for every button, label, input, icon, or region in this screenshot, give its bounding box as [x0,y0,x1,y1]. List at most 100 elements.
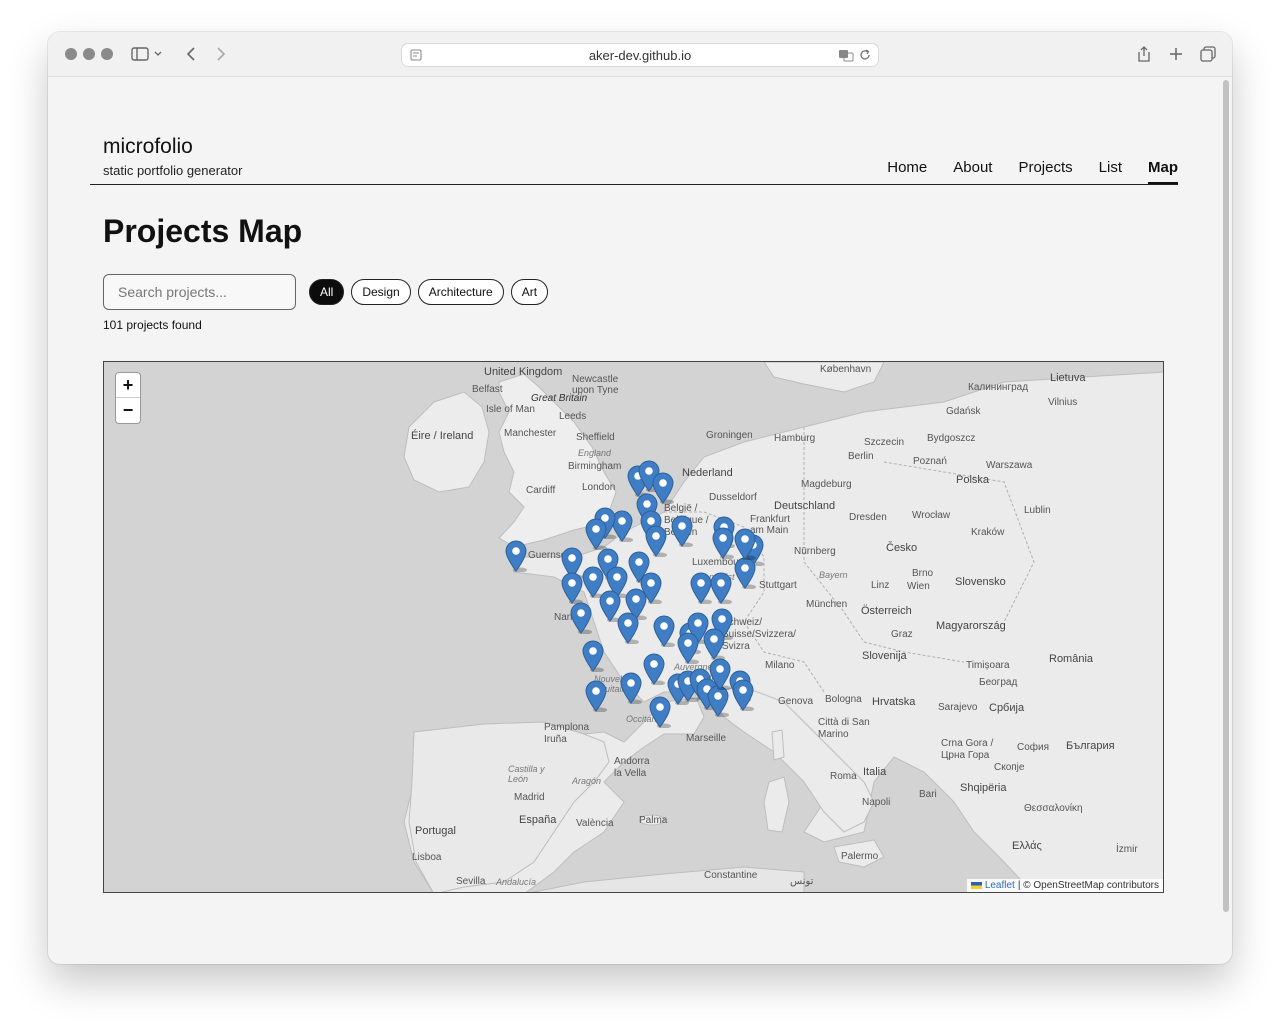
page-icon [410,49,422,61]
map-label: Bologna [825,694,862,705]
project-marker-icon[interactable] [585,680,607,712]
project-marker-icon[interactable] [709,658,731,690]
project-marker-icon[interactable] [505,540,527,572]
map-label: България [1066,740,1115,752]
map-label: Andorra la Vella [614,756,650,779]
zoom-window-button[interactable] [101,48,113,60]
nav-item-home[interactable]: Home [887,159,927,184]
site-title[interactable]: microfolio [103,135,193,159]
new-tab-icon[interactable] [1165,44,1187,64]
map-label: España [519,814,557,826]
filter-design-button[interactable]: Design [351,279,411,305]
project-marker-icon[interactable] [585,518,607,550]
map-label: Vilnius [1048,397,1078,408]
map-label: Crna Gora / Црна Гора [941,738,994,761]
map-label: Lublin [1024,505,1051,516]
tab-overview-icon[interactable] [1197,44,1219,64]
map-label: Sheffield [576,432,615,443]
sidebar-toggle-icon[interactable] [129,44,151,64]
forward-arrow-icon[interactable] [210,44,232,64]
map-label: Sarajevo [938,702,978,713]
map-label: Poznań [913,456,947,467]
map-label: Castilla y León [508,764,545,784]
map-label: Roma [830,771,857,782]
map-label: England [578,448,612,458]
map-label: Kraków [971,527,1005,538]
project-marker-icon[interactable] [677,632,699,664]
map-label: Szczecin [864,437,905,448]
nav-item-projects[interactable]: Projects [1018,159,1072,184]
share-icon[interactable] [1133,44,1155,64]
ukraine-flag-icon [970,882,982,889]
map-label: Cardiff [526,485,556,496]
project-marker-icon[interactable] [649,696,671,728]
filter-architecture-button[interactable]: Architecture [417,279,504,305]
zoom-in-button[interactable]: + [116,373,140,398]
map-label: Nederland [682,467,733,479]
map-label: Constantine [704,870,758,881]
leaflet-link[interactable]: Leaflet [985,880,1015,891]
project-marker-icon[interactable] [561,572,583,604]
close-window-button[interactable] [65,48,77,60]
search-input[interactable] [103,274,296,310]
map-label: Shqipëria [960,782,1007,794]
project-marker-icon[interactable] [671,515,693,547]
nav-item-about[interactable]: About [953,159,992,184]
project-marker-icon[interactable] [703,628,725,660]
project-marker-icon[interactable] [570,602,592,634]
back-arrow-icon[interactable] [180,44,202,64]
minimize-window-button[interactable] [83,48,95,60]
map-label: Leeds [559,411,587,422]
nav-item-list[interactable]: List [1099,159,1122,184]
page-title: Projects Map [103,213,303,249]
header-divider [90,184,1178,185]
map-label: Città di San Marino [818,717,870,740]
map-label: Bydgoszcz [927,433,976,444]
project-marker-icon[interactable] [582,640,604,672]
map-label: Birmingham [568,461,622,472]
map-label: Milano [765,660,795,671]
map-label: Palermo [841,851,879,862]
chevron-down-icon[interactable] [152,44,164,64]
nav-item-map[interactable]: Map [1148,159,1178,184]
map-label: Groningen [706,430,753,441]
map-label: Београд [979,677,1018,688]
projects-map[interactable]: United Kingdom Newcastle upon Tyne Køben… [103,361,1164,893]
map-label: Österreich [861,605,912,617]
category-filters: All Design Architecture Art [309,279,549,305]
map-label: Србија [989,702,1025,714]
project-marker-icon[interactable] [645,525,667,557]
project-marker-icon[interactable] [620,672,642,704]
map-label: Dresden [849,512,887,523]
map-label: Graz [891,629,913,640]
map-label: تونس [790,876,814,887]
project-marker-icon[interactable] [712,527,734,559]
map-label: Andalucía [496,877,537,887]
project-marker-icon[interactable] [734,528,756,560]
address-bar[interactable]: aker-dev.github.io [401,43,879,67]
project-marker-icon[interactable] [710,572,732,604]
project-marker-icon[interactable] [653,615,675,647]
project-marker-icon[interactable] [690,572,712,604]
reload-icon[interactable] [858,48,872,62]
project-marker-icon[interactable] [734,557,756,589]
map-label: Nürnberg [794,546,836,557]
map-label: Bari [919,789,937,800]
translate-icon[interactable] [838,48,854,62]
filter-all-button[interactable]: All [309,279,345,305]
project-marker-icon[interactable] [643,653,665,685]
map-label: Скопје [994,762,1025,773]
project-marker-icon[interactable] [617,612,639,644]
zoom-control: + − [115,372,141,424]
filter-art-button[interactable]: Art [510,279,549,305]
map-label: Genova [778,696,814,707]
zoom-out-button[interactable]: − [116,398,140,423]
map-label: Ελλάς [1012,840,1042,852]
map-label: Deutschland [774,500,836,512]
main-nav: Home About Projects List Map [861,159,1178,184]
map-label: Česko [886,542,918,554]
project-marker-icon[interactable] [732,679,754,711]
map-attribution: Leaflet | © OpenStreetMap contributors [966,879,1163,892]
site-subtitle: static portfolio generator [103,163,243,178]
map-label: Hrvatska [872,696,916,708]
